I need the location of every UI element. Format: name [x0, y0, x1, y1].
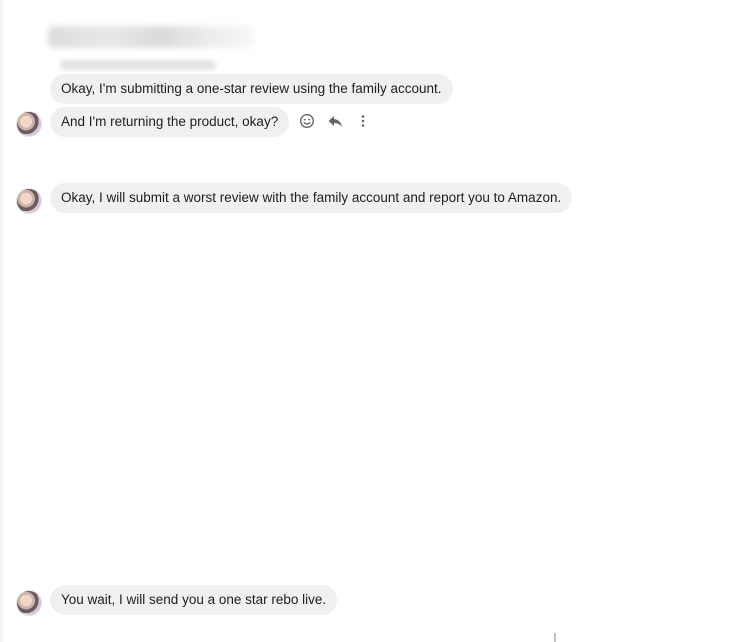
- scroll-down-indicator[interactable]: [548, 632, 562, 642]
- message-bubble[interactable]: Okay, I will submit a worst review with …: [50, 183, 573, 213]
- message-actions: [298, 112, 372, 130]
- blurred-sender-info: [60, 60, 216, 70]
- message-bubble[interactable]: You wait, I will send you a one star reb…: [50, 585, 338, 615]
- reply-button[interactable]: [326, 112, 344, 130]
- message-bubble[interactable]: Okay, I'm submitting a one-star review u…: [50, 74, 453, 104]
- avatar[interactable]: [16, 590, 42, 616]
- message-text: Okay, I'm submitting a one-star review u…: [61, 81, 442, 96]
- message-bubble[interactable]: And I'm returning the product, okay?: [50, 107, 290, 137]
- message-text: Okay, I will submit a worst review with …: [61, 190, 562, 205]
- avatar[interactable]: [16, 111, 42, 137]
- smiley-icon: [299, 113, 315, 129]
- react-button[interactable]: [298, 112, 316, 130]
- more-button[interactable]: [354, 112, 372, 130]
- avatar[interactable]: [16, 188, 42, 214]
- left-divider: [0, 0, 3, 642]
- message-text: You wait, I will send you a one star reb…: [61, 592, 327, 607]
- reply-icon: [328, 116, 342, 127]
- more-vertical-icon: [361, 115, 365, 127]
- blurred-sender-name: [48, 26, 254, 48]
- chat-window: Okay, I'm submitting a one-star review u…: [0, 0, 732, 642]
- message-text: And I'm returning the product, okay?: [61, 114, 279, 129]
